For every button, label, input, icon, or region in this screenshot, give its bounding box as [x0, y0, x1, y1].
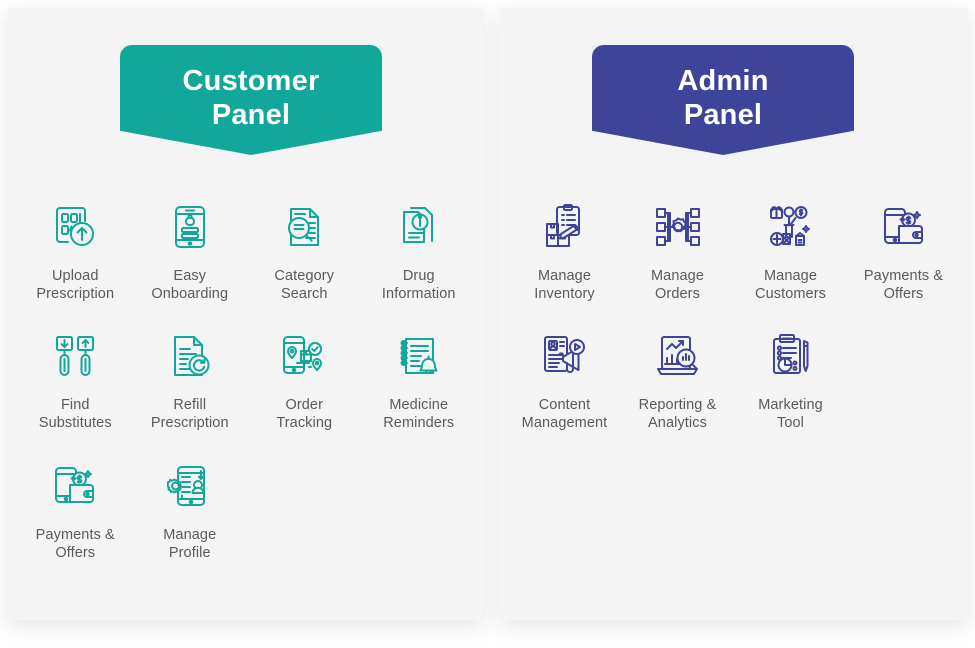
- drug-information-icon: [390, 196, 448, 258]
- customer-feature-grid: Upload Prescription Easy Onboarding Cate…: [18, 196, 476, 562]
- admin-feature-grid: Manage Inventory Manage Orders Manage Cu…: [508, 196, 960, 433]
- feature-refill-prescription[interactable]: Refill Prescription: [133, 325, 248, 432]
- feature-manage-customers[interactable]: Manage Customers: [734, 196, 847, 303]
- feature-payments-offers[interactable]: Payments & Offers: [18, 455, 133, 562]
- manage-inventory-icon: [536, 196, 594, 258]
- find-substitutes-icon: [46, 325, 104, 387]
- feature-label: Manage Inventory: [534, 268, 595, 303]
- payments-offers-icon: [46, 455, 104, 517]
- customer-banner-line-1: Customer: [182, 65, 320, 97]
- order-tracking-icon: [275, 325, 333, 387]
- customer-banner-line-2: Panel: [211, 99, 291, 132]
- feature-content-management[interactable]: Content Management: [508, 325, 621, 432]
- manage-customers-icon: [762, 196, 820, 258]
- feature-easy-onboarding[interactable]: Easy Onboarding: [133, 196, 248, 303]
- feature-payments-offers-admin[interactable]: Payments & Offers: [847, 196, 960, 303]
- feature-upload-prescription[interactable]: Upload Prescription: [18, 196, 133, 303]
- feature-label: Manage Profile: [163, 526, 217, 561]
- medicine-reminders-icon: [390, 325, 448, 387]
- feature-label: Reporting & Analytics: [638, 397, 717, 432]
- feature-label: Easy Onboarding: [151, 268, 229, 303]
- panels-diagram: Customer Panel Admin Panel Upload Prescr…: [0, 0, 975, 648]
- feature-label: Category Search: [274, 268, 335, 303]
- feature-label: Content Management: [521, 397, 608, 432]
- reporting-analytics-icon: [649, 325, 707, 387]
- feature-label: Payments & Offers: [35, 526, 115, 561]
- feature-label: Drug Information: [381, 268, 456, 303]
- feature-label: Manage Orders: [651, 268, 704, 303]
- feature-label: Find Substitutes: [38, 397, 112, 432]
- feature-drug-information[interactable]: Drug Information: [362, 196, 477, 303]
- feature-label: Refill Prescription: [150, 397, 229, 432]
- marketing-tool-icon: [762, 325, 820, 387]
- admin-banner-line-1: Admin: [677, 65, 769, 97]
- manage-profile-icon: [161, 455, 219, 517]
- content-management-icon: [536, 325, 594, 387]
- easy-onboarding-icon: [161, 196, 219, 258]
- feature-label: Upload Prescription: [36, 268, 115, 303]
- manage-orders-icon: [649, 196, 707, 258]
- payments-offers-icon: [875, 196, 933, 258]
- feature-label: Payments & Offers: [863, 268, 944, 303]
- feature-category-search[interactable]: Category Search: [247, 196, 362, 303]
- feature-order-tracking[interactable]: Order Tracking: [247, 325, 362, 432]
- feature-label: Marketing Tool: [758, 397, 823, 432]
- feature-label: Medicine Reminders: [383, 397, 455, 432]
- feature-manage-profile[interactable]: Manage Profile: [133, 455, 248, 562]
- feature-marketing-tool[interactable]: Marketing Tool: [734, 325, 847, 432]
- feature-manage-orders[interactable]: Manage Orders: [621, 196, 734, 303]
- upload-prescription-icon: [46, 196, 104, 258]
- category-search-icon: [275, 196, 333, 258]
- feature-label: Manage Customers: [755, 268, 826, 303]
- refill-prescription-icon: [161, 325, 219, 387]
- feature-manage-inventory[interactable]: Manage Inventory: [508, 196, 621, 303]
- feature-label: Order Tracking: [276, 397, 333, 432]
- feature-find-substitutes[interactable]: Find Substitutes: [18, 325, 133, 432]
- feature-medicine-reminders[interactable]: Medicine Reminders: [362, 325, 477, 432]
- feature-reporting-analytics[interactable]: Reporting & Analytics: [621, 325, 734, 432]
- admin-banner-line-2: Panel: [683, 99, 763, 132]
